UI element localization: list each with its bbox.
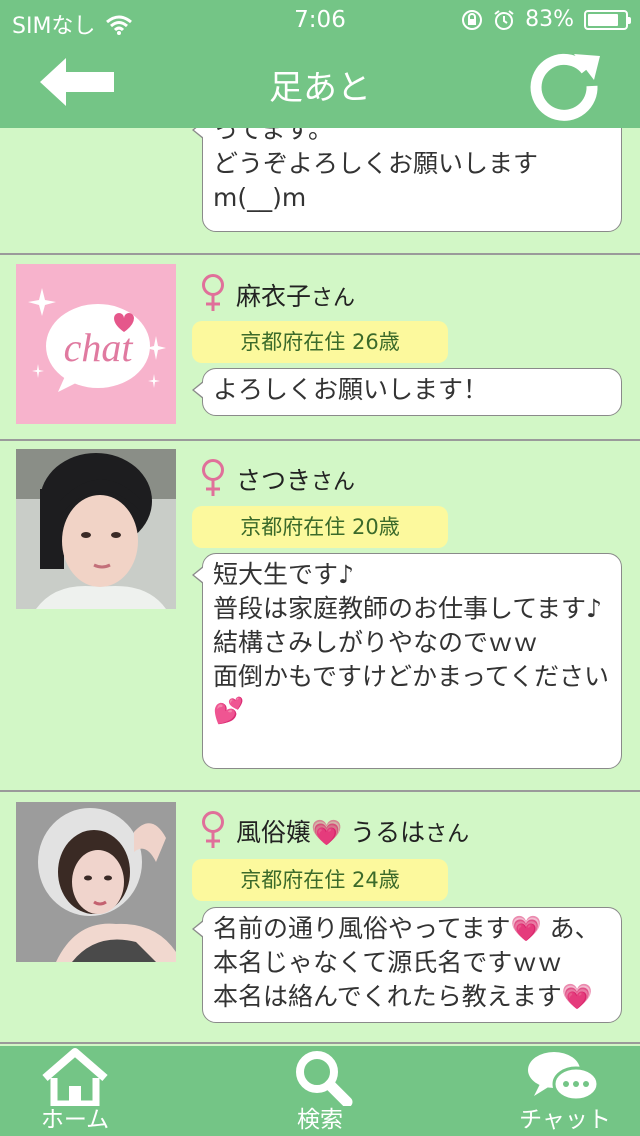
svg-text:chat: chat (64, 325, 134, 370)
profile-photo (16, 449, 176, 609)
location-badge: 京都府在住 24歳 (192, 859, 448, 901)
user-name: 風俗嬢💗 うるはさん (236, 818, 470, 847)
female-icon (202, 459, 224, 496)
status-bar: SIMなし 7:06 83% (0, 0, 640, 40)
avatar[interactable] (16, 802, 176, 962)
divider (0, 1042, 640, 1044)
avatar[interactable] (16, 449, 176, 609)
female-icon (202, 811, 224, 848)
divider (0, 790, 640, 792)
tab-chat[interactable]: チャット (490, 1046, 640, 1136)
location-badge: 京都府在住 20歳 (192, 506, 448, 548)
location-badge: 京都府在住 26歳 (192, 321, 448, 363)
tab-label: 検索 (297, 1107, 343, 1133)
tab-label: ホーム (40, 1107, 110, 1133)
battery-percent: 83% (525, 7, 574, 32)
avatar[interactable]: chat (16, 264, 176, 424)
message-bubble: 名前の通り風俗やってます💗 あ、本名じゃなくて源氏名ですｗｗ 本名は絡んでくれた… (192, 907, 622, 1023)
tab-search[interactable]: 検索 (245, 1046, 395, 1136)
rotation-lock-icon (462, 9, 483, 30)
chat-logo-image: chat (16, 264, 176, 424)
battery-icon (584, 9, 631, 30)
tab-bar: ホーム 検索 チャット (0, 1046, 640, 1136)
profile-photo (16, 802, 176, 962)
tab-home[interactable]: ホーム (0, 1046, 150, 1136)
message-bubble: よろしくお願いします！ (192, 368, 622, 416)
female-icon (202, 274, 224, 311)
message-bubble: 短大生です♪ 普段は家庭教師のお仕事してます♪ 結構さみしがりやなのでｗｗ 面倒… (192, 553, 622, 769)
divider (0, 253, 640, 255)
home-icon (42, 1048, 108, 1106)
divider (0, 439, 640, 441)
user-name: さつきさん (236, 466, 356, 495)
search-icon (296, 1051, 353, 1106)
user-name: 麻衣子さん (236, 282, 356, 311)
alarm-icon (494, 9, 514, 30)
footprint-list[interactable]: ってます。 どうぞよろしくお願いします m(__)m chat 麻衣子さん 京都… (0, 128, 640, 1044)
refresh-icon[interactable] (524, 42, 604, 122)
chat-icon (528, 1052, 600, 1102)
tab-label: チャット (519, 1107, 611, 1133)
message-bubble: ってます。 どうぞよろしくお願いします m(__)m (192, 128, 622, 232)
navigation-bar: 足あと (0, 40, 640, 128)
